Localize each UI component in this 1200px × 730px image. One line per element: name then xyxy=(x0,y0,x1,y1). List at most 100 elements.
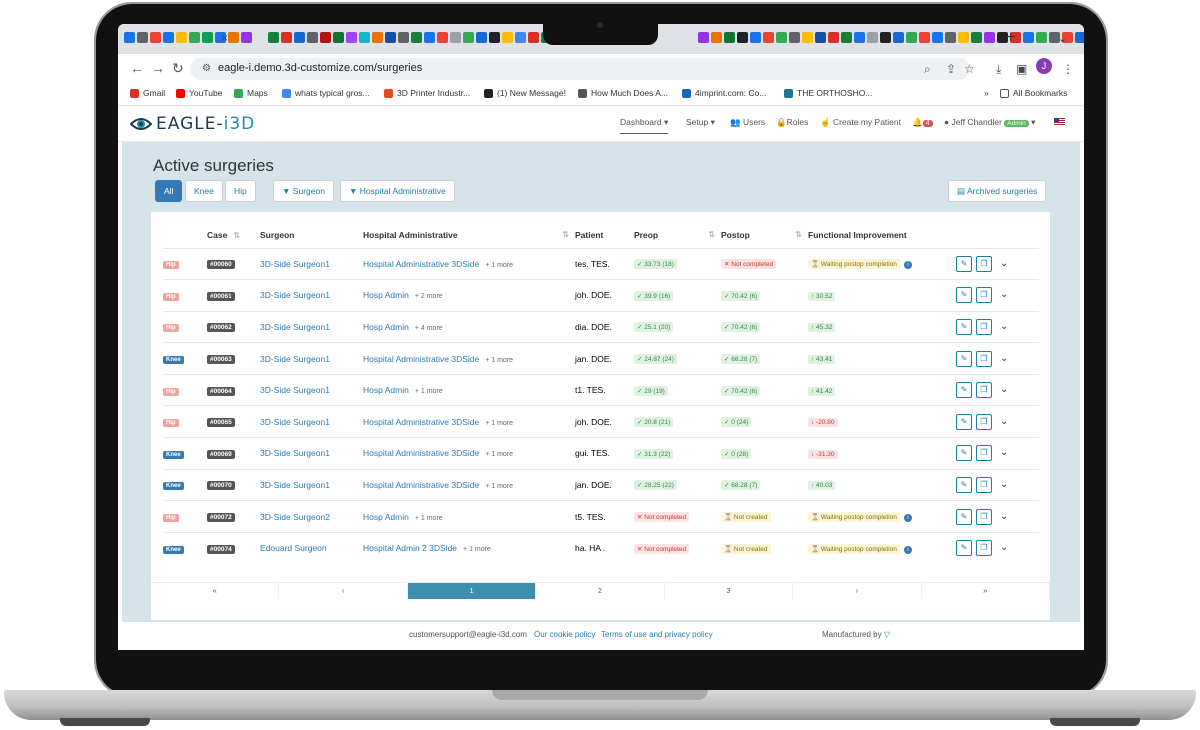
archived-surgeries-button[interactable]: ▤ Archived surgeries xyxy=(948,180,1047,202)
surgeon-link[interactable]: 3D-Side Surgeon2 xyxy=(260,512,330,522)
user-menu[interactable]: ● Jeff Chandler Admin ▾ xyxy=(944,117,1035,128)
tab-favicon[interactable] xyxy=(476,32,487,43)
tab-favicon[interactable] xyxy=(854,32,865,43)
col-case[interactable]: Case ⇅ xyxy=(207,222,260,248)
more-hospitals-link[interactable]: + 1 more xyxy=(415,515,443,522)
copy-icon[interactable]: ❐ xyxy=(976,318,992,335)
support-email[interactable]: customersupport@eagle-i3d.com xyxy=(409,630,527,639)
copy-icon[interactable]: ❐ xyxy=(976,508,992,525)
page-button[interactable]: › xyxy=(793,583,922,599)
bookmark-star-icon[interactable]: ☆ xyxy=(964,62,975,76)
tab-favicon[interactable] xyxy=(372,32,383,43)
more-hospitals-link[interactable]: + 4 more xyxy=(415,325,443,332)
site-info-icon[interactable]: ⚙ xyxy=(202,63,211,74)
chevron-down-icon[interactable]: ⌄ xyxy=(1000,542,1008,553)
copy-icon[interactable]: ❐ xyxy=(976,540,992,557)
tab-favicon[interactable] xyxy=(202,32,213,43)
tab-favicon[interactable] xyxy=(502,32,513,43)
tab-favicon[interactable] xyxy=(984,32,995,43)
tab-favicon[interactable] xyxy=(750,32,761,43)
tab-favicon[interactable] xyxy=(958,32,969,43)
tab-favicon[interactable] xyxy=(281,32,292,43)
filter-all[interactable]: All xyxy=(155,180,183,202)
tab-favicon[interactable] xyxy=(711,32,722,43)
zoom-icon[interactable]: ⌕ xyxy=(924,62,931,77)
tab-favicon[interactable] xyxy=(1023,32,1034,43)
edit-icon[interactable]: ✎ xyxy=(956,540,972,557)
edit-icon[interactable]: ✎ xyxy=(956,255,972,272)
tab-favicon[interactable] xyxy=(893,32,904,43)
tab-favicon[interactable] xyxy=(124,32,135,43)
menu-icon[interactable]: ⋮ xyxy=(1062,62,1074,76)
hospital-link[interactable]: Hospital Administrative 3DSide xyxy=(363,480,479,490)
surgeon-link[interactable]: 3D-Side Surgeon1 xyxy=(260,480,330,490)
sort-icon[interactable]: ⇅ xyxy=(562,230,569,239)
tab-favicon[interactable] xyxy=(489,32,500,43)
edit-icon[interactable]: ✎ xyxy=(956,476,972,493)
cookie-policy-link[interactable]: Our cookie policy xyxy=(534,630,595,639)
hospital-link[interactable]: Hospital Administrative 3DSide xyxy=(363,354,479,364)
tab-favicon[interactable] xyxy=(294,32,305,43)
chevron-down-icon[interactable]: ⌄ xyxy=(1000,479,1008,490)
edit-icon[interactable]: ✎ xyxy=(956,287,972,304)
info-icon[interactable]: i xyxy=(903,545,912,554)
tab-favicon[interactable] xyxy=(424,32,435,43)
page-button[interactable]: « xyxy=(151,583,280,599)
edit-icon[interactable]: ✎ xyxy=(956,350,972,367)
col-postop[interactable]: Postop ⇅ xyxy=(721,222,808,248)
tab-favicon[interactable] xyxy=(932,32,943,43)
filter-knee[interactable]: Knee xyxy=(185,180,223,202)
chevron-down-icon[interactable]: ⌄ xyxy=(1000,511,1008,522)
tab-favicon[interactable] xyxy=(333,32,344,43)
tab-favicon[interactable] xyxy=(802,32,813,43)
chevron-down-icon[interactable]: ⌄ xyxy=(1000,416,1008,427)
tab-favicon[interactable] xyxy=(241,32,252,43)
bookmark-item[interactable]: Maps xyxy=(234,88,268,98)
forward-icon[interactable]: → xyxy=(151,60,165,76)
bookmark-item[interactable]: 3D Printer Industr... xyxy=(384,88,470,98)
surgeon-link[interactable]: 3D-Side Surgeon1 xyxy=(260,417,330,427)
profile-avatar[interactable]: J xyxy=(1036,58,1052,74)
sort-icon[interactable]: ⇅ xyxy=(708,230,715,239)
bookmark-item[interactable]: THE ORTHOSHO... xyxy=(784,88,872,98)
tab-favicon[interactable] xyxy=(945,32,956,43)
download-icon[interactable]: ⤓ xyxy=(996,62,1001,77)
page-button[interactable]: 3 xyxy=(665,583,794,599)
surgeon-link[interactable]: 3D-Side Surgeon1 xyxy=(260,385,330,395)
surgeon-link[interactable]: 3D-Side Surgeon1 xyxy=(260,290,330,300)
filter-hip[interactable]: Hip xyxy=(225,180,256,202)
filter-surgeon[interactable]: ▼ Surgeon xyxy=(273,180,334,202)
tab-favicon[interactable] xyxy=(463,32,474,43)
all-bookmarks[interactable]: All Bookmarks xyxy=(1000,88,1067,98)
bookmark-item[interactable]: How Much Does A... xyxy=(578,88,668,98)
info-icon[interactable]: i xyxy=(903,261,912,270)
tab-favicon[interactable] xyxy=(698,32,709,43)
eagle-i3d-logo[interactable]: EAGLE-i3D xyxy=(130,114,255,134)
bookmark-item[interactable]: 4imprint.com: Co... xyxy=(682,88,766,98)
tab-favicon[interactable] xyxy=(437,32,448,43)
tab-favicon[interactable] xyxy=(919,32,930,43)
page-button[interactable]: 2 xyxy=(536,583,665,599)
col-hospital[interactable]: Hospital Administrative ⇅ xyxy=(363,222,575,248)
tab-favicon[interactable] xyxy=(776,32,787,43)
tab-favicon[interactable] xyxy=(346,32,357,43)
terms-link[interactable]: Terms of use and privacy policy xyxy=(601,630,713,639)
page-button[interactable]: ‹ xyxy=(279,583,408,599)
more-hospitals-link[interactable]: + 1 more xyxy=(415,388,443,395)
surgeon-link[interactable]: 3D-Side Surgeon1 xyxy=(260,448,330,458)
surgeon-link[interactable]: 3D-Side Surgeon1 xyxy=(260,354,330,364)
tab-favicon[interactable] xyxy=(268,32,279,43)
tab-favicon[interactable] xyxy=(307,32,318,43)
chevron-down-icon[interactable]: ⌄ xyxy=(1000,353,1008,364)
sidepanel-icon[interactable]: ▣ xyxy=(1016,62,1027,76)
copy-icon[interactable]: ❐ xyxy=(976,445,992,462)
tab-favicon[interactable] xyxy=(971,32,982,43)
reload-icon[interactable]: ↻ xyxy=(172,60,184,77)
tab-favicon[interactable] xyxy=(763,32,774,43)
copy-icon[interactable]: ❐ xyxy=(976,287,992,304)
notifications[interactable]: 🔔 4 xyxy=(912,117,933,128)
tab-favicon[interactable] xyxy=(320,32,331,43)
tab-favicon[interactable] xyxy=(150,32,161,43)
tab-favicon[interactable] xyxy=(724,32,735,43)
hospital-link[interactable]: Hospital Administrative 3DSide xyxy=(363,259,479,269)
